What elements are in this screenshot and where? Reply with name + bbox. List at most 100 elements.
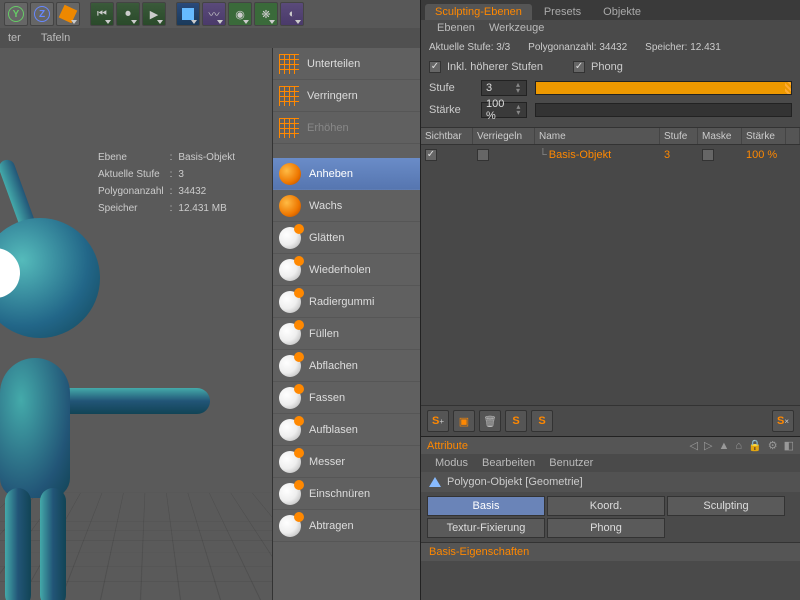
attribute-tabs: Basis Koord. Sculpting Textur-Fixierung … xyxy=(421,492,800,542)
mask-checkbox[interactable] xyxy=(702,149,714,161)
delete-layer-button[interactable]: 🗑 xyxy=(479,410,501,432)
tool-icon xyxy=(279,355,301,377)
status-row: Aktuelle Stufe: 3/3 Polygonanzahl: 34432… xyxy=(421,38,800,57)
nav-back-icon[interactable]: ◁ xyxy=(690,439,698,452)
sculpt-tool-aufblasen[interactable]: Aufblasen xyxy=(273,414,420,446)
sub-item-0[interactable]: ter xyxy=(8,32,21,44)
check-phong[interactable]: Phong xyxy=(573,61,623,73)
polygon-object-icon xyxy=(429,477,441,487)
tool-icon xyxy=(279,483,301,505)
tool-icon xyxy=(279,419,301,441)
attr-tab-koord[interactable]: Koord. xyxy=(547,496,665,516)
stufe-slider[interactable] xyxy=(535,81,792,95)
tab-sculpting-ebenen[interactable]: Sculpting-Ebenen xyxy=(425,4,532,20)
merge-up-button[interactable]: S xyxy=(505,410,527,432)
attr-tab-basis[interactable]: Basis xyxy=(427,496,545,516)
attr-tab-phong[interactable]: Phong xyxy=(547,518,665,538)
sculpt-tool-wiederholen[interactable]: Wiederholen xyxy=(273,254,420,286)
tab-presets[interactable]: Presets xyxy=(534,4,591,20)
layer-options-button[interactable]: S× xyxy=(772,410,794,432)
staerke-field[interactable]: 100 %▴▾ xyxy=(481,102,527,118)
tool-icon xyxy=(279,118,299,138)
add-layer-button[interactable]: S+ xyxy=(427,410,449,432)
stufe-field[interactable]: 3▴▾ xyxy=(481,80,527,96)
tool-label: Füllen xyxy=(309,328,339,340)
timeline-play-button[interactable]: ▶ xyxy=(142,2,166,26)
lock-icon[interactable]: 🔒 xyxy=(748,439,762,452)
tool-icon xyxy=(279,259,301,281)
tool-label: Wiederholen xyxy=(309,264,371,276)
attr-bearbeiten[interactable]: Bearbeiten xyxy=(482,457,535,469)
tool-label: Abflachen xyxy=(309,360,358,372)
tool-icon xyxy=(279,54,299,74)
layer-row-basis[interactable]: └Basis-Objekt 3 100 % xyxy=(421,145,800,165)
right-panel: Sculpting-Ebenen Presets Objekte Ebenen … xyxy=(420,0,800,600)
attr-tab-sculpting[interactable]: Sculpting xyxy=(667,496,785,516)
tool-icon xyxy=(279,195,301,217)
sculpt-tool-unterteilen[interactable]: Unterteilen xyxy=(273,48,420,80)
tool-icon xyxy=(279,163,301,185)
cube-tool-button[interactable] xyxy=(56,2,80,26)
sculpt-tool-glätten[interactable]: Glätten xyxy=(273,222,420,254)
deformer-button[interactable]: ❋ xyxy=(254,2,278,26)
viewport-3d[interactable]: Ebene:Basis-ObjektAktuelle Stufe:3Polygo… xyxy=(0,48,272,600)
sculpt-tool-radiergummi[interactable]: Radiergummi xyxy=(273,286,420,318)
stufe-row: Stufe 3▴▾ xyxy=(421,77,800,99)
staerke-row: Stärke 100 %▴▾ xyxy=(421,99,800,121)
spline-tool-button[interactable]: 〰 xyxy=(202,2,226,26)
tool-label: Glätten xyxy=(309,232,344,244)
axis-y-button[interactable]: Y xyxy=(4,2,28,26)
object-row: Polygon-Objekt [Geometrie] xyxy=(421,472,800,492)
sculpt-tool-messer[interactable]: Messer xyxy=(273,446,420,478)
sculpt-tool-erhöhen[interactable]: Erhöhen xyxy=(273,112,420,144)
tool-label: Wachs xyxy=(309,200,342,212)
sculpt-tool-anheben[interactable]: Anheben xyxy=(273,158,420,190)
tool-label: Abtragen xyxy=(309,520,354,532)
home-icon[interactable]: ⌂ xyxy=(735,440,742,452)
sub-item-1[interactable]: Tafeln xyxy=(41,32,70,44)
tool-icon xyxy=(279,323,301,345)
sculpt-tool-abflachen[interactable]: Abflachen xyxy=(273,350,420,382)
sculpt-tool-einschnüren[interactable]: Einschnüren xyxy=(273,478,420,510)
generator-button[interactable]: ◉ xyxy=(228,2,252,26)
staerke-slider[interactable] xyxy=(535,103,792,117)
nav-up-icon[interactable]: ▲ xyxy=(718,440,729,452)
primitive-cube-button[interactable] xyxy=(176,2,200,26)
layer-toolbar: S+ ▣ 🗑 S S S× xyxy=(421,405,800,436)
attr-benutzer[interactable]: Benutzer xyxy=(549,457,593,469)
panel-tabs: Sculpting-Ebenen Presets Objekte xyxy=(421,0,800,20)
menu-icon[interactable]: ◧ xyxy=(784,439,794,452)
sculpt-tool-fassen[interactable]: Fassen xyxy=(273,382,420,414)
tool-label: Radiergummi xyxy=(309,296,374,308)
subtab-ebenen[interactable]: Ebenen xyxy=(437,22,475,38)
attr-modus[interactable]: Modus xyxy=(435,457,468,469)
scene-button[interactable]: ◐ xyxy=(280,2,304,26)
sculpt-tool-füllen[interactable]: Füllen xyxy=(273,318,420,350)
merge-down-button[interactable]: S xyxy=(531,410,553,432)
stufe-label: Stufe xyxy=(429,82,473,94)
nav-fwd-icon[interactable]: ▷ xyxy=(704,439,712,452)
object-name: Polygon-Objekt [Geometrie] xyxy=(447,476,583,488)
axis-z-button[interactable]: Z xyxy=(30,2,54,26)
attribute-header: Attribute ◁ ▷ ▲ ⌂ 🔒 ⚙ ◧ xyxy=(421,437,800,454)
sculpt-tool-verringern[interactable]: Verringern xyxy=(273,80,420,112)
sculpt-tool-abtragen[interactable]: Abtragen xyxy=(273,510,420,542)
tool-icon xyxy=(279,291,301,313)
sculpt-tool-wachs[interactable]: Wachs xyxy=(273,190,420,222)
attribute-menu: Modus Bearbeiten Benutzer xyxy=(421,454,800,472)
tab-objekte[interactable]: Objekte xyxy=(593,4,651,20)
timeline-key-button[interactable]: ⏺ xyxy=(116,2,140,26)
layer-table-body: └Basis-Objekt 3 100 % xyxy=(421,145,800,405)
tool-icon xyxy=(279,515,301,537)
tool-label: Einschnüren xyxy=(309,488,370,500)
lock-checkbox[interactable] xyxy=(477,149,489,161)
subtab-werkzeuge[interactable]: Werkzeuge xyxy=(489,22,544,38)
visible-checkbox[interactable] xyxy=(425,149,437,161)
add-folder-button[interactable]: ▣ xyxy=(453,410,475,432)
timeline-start-button[interactable]: ⏮ xyxy=(90,2,114,26)
check-incl-higher[interactable]: Inkl. höherer Stufen xyxy=(429,61,543,73)
tool-label: Unterteilen xyxy=(307,58,360,70)
attr-tab-textur[interactable]: Textur-Fixierung xyxy=(427,518,545,538)
tool-label: Messer xyxy=(309,456,345,468)
gear-icon[interactable]: ⚙ xyxy=(768,439,778,452)
